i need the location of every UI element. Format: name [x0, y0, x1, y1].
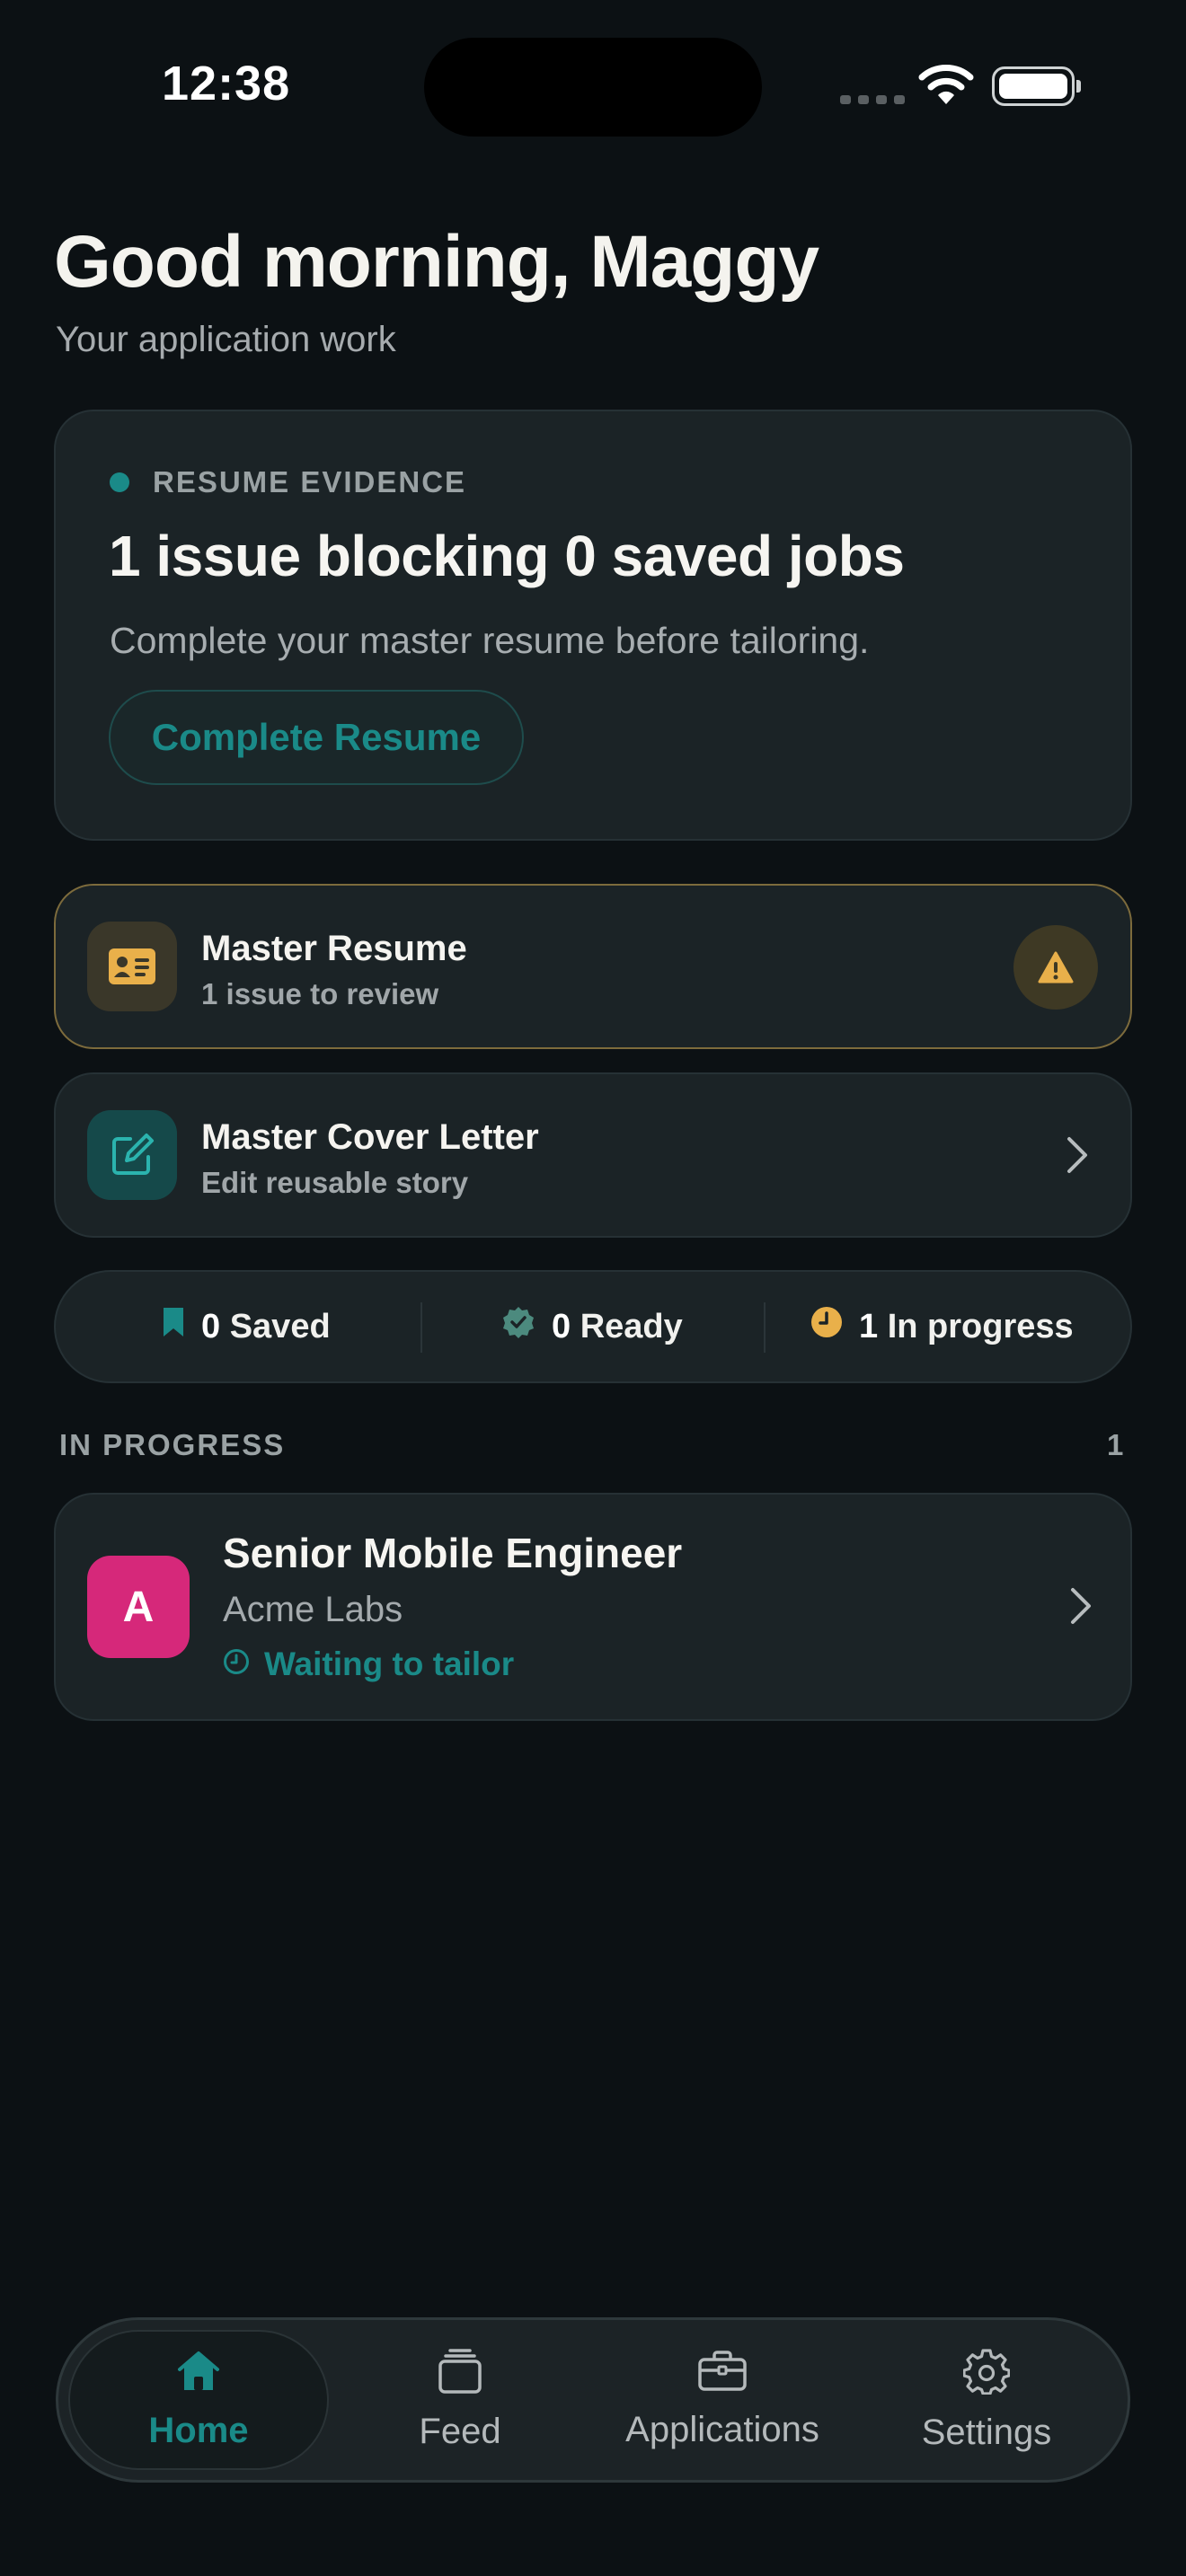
stat-divider — [420, 1302, 422, 1353]
page-subtitle: Your application work — [56, 320, 396, 359]
tab-applications[interactable]: Applications — [591, 2317, 854, 2483]
master-cover-letter-title: Master Cover Letter — [201, 1117, 539, 1157]
id-card-icon — [87, 922, 177, 1011]
stack-icon — [438, 2348, 482, 2403]
stat-in-progress[interactable]: 1 In progress — [810, 1270, 1074, 1383]
verified-badge-icon — [501, 1305, 535, 1348]
master-cover-letter-subtitle: Edit reusable story — [201, 1166, 469, 1199]
master-resume-title: Master Resume — [201, 929, 467, 968]
job-title: Senior Mobile Engineer — [223, 1530, 683, 1576]
job-card[interactable] — [54, 1493, 1132, 1721]
cellular-signal-icon — [840, 95, 905, 104]
section-label: IN PROGRESS — [59, 1428, 286, 1461]
stat-saved-label: Saved — [229, 1307, 331, 1345]
tab-home-label: Home — [148, 2410, 249, 2450]
tab-settings[interactable]: Settings — [855, 2317, 1118, 2483]
company-avatar: A — [87, 1556, 190, 1658]
stat-saved-count: 0 — [201, 1307, 221, 1345]
status-dot — [110, 472, 129, 492]
stat-ready[interactable]: 0 Ready — [501, 1270, 683, 1383]
stat-ready-count: 0 — [552, 1307, 571, 1345]
stat-ready-label: Ready — [580, 1307, 683, 1345]
clock-icon — [810, 1306, 843, 1347]
chevron-right-icon — [1066, 1135, 1089, 1175]
stat-in-progress-label: In progress — [887, 1307, 1074, 1345]
clock-outline-icon — [223, 1645, 250, 1683]
bookmark-icon — [162, 1306, 185, 1347]
tab-feed-label: Feed — [419, 2411, 501, 2451]
master-resume-subtitle: 1 issue to review — [201, 977, 439, 1010]
warning-icon — [1013, 925, 1098, 1010]
home-icon — [176, 2350, 221, 2402]
briefcase-icon — [697, 2350, 748, 2401]
edit-icon — [87, 1110, 177, 1200]
section-count: 1 — [1107, 1428, 1124, 1461]
wifi-icon — [918, 63, 974, 110]
battery-icon — [992, 66, 1081, 106]
evidence-title: 1 issue blocking 0 saved jobs — [109, 524, 905, 588]
gear-icon — [962, 2348, 1011, 2404]
tab-feed[interactable]: Feed — [329, 2317, 591, 2483]
job-status-text: Waiting to tailor — [264, 1645, 515, 1682]
evidence-description: Complete your master resume before tailo… — [110, 620, 870, 661]
evidence-label: RESUME EVIDENCE — [153, 465, 467, 498]
tab-home[interactable]: Home — [67, 2317, 330, 2483]
stat-saved[interactable]: 0 Saved — [162, 1270, 331, 1383]
chevron-right-icon — [1069, 1586, 1093, 1626]
tab-applications-label: Applications — [625, 2409, 819, 2449]
page-title: Good morning, Maggy — [54, 221, 819, 303]
job-status: Waiting to tailor — [223, 1645, 514, 1683]
tab-settings-label: Settings — [921, 2412, 1052, 2452]
complete-resume-button[interactable]: Complete Resume — [109, 690, 524, 785]
stat-divider — [764, 1302, 766, 1353]
dynamic-island — [424, 38, 762, 137]
stat-in-progress-count: 1 — [859, 1307, 879, 1345]
job-company: Acme Labs — [223, 1590, 403, 1629]
status-time: 12:38 — [162, 57, 291, 110]
